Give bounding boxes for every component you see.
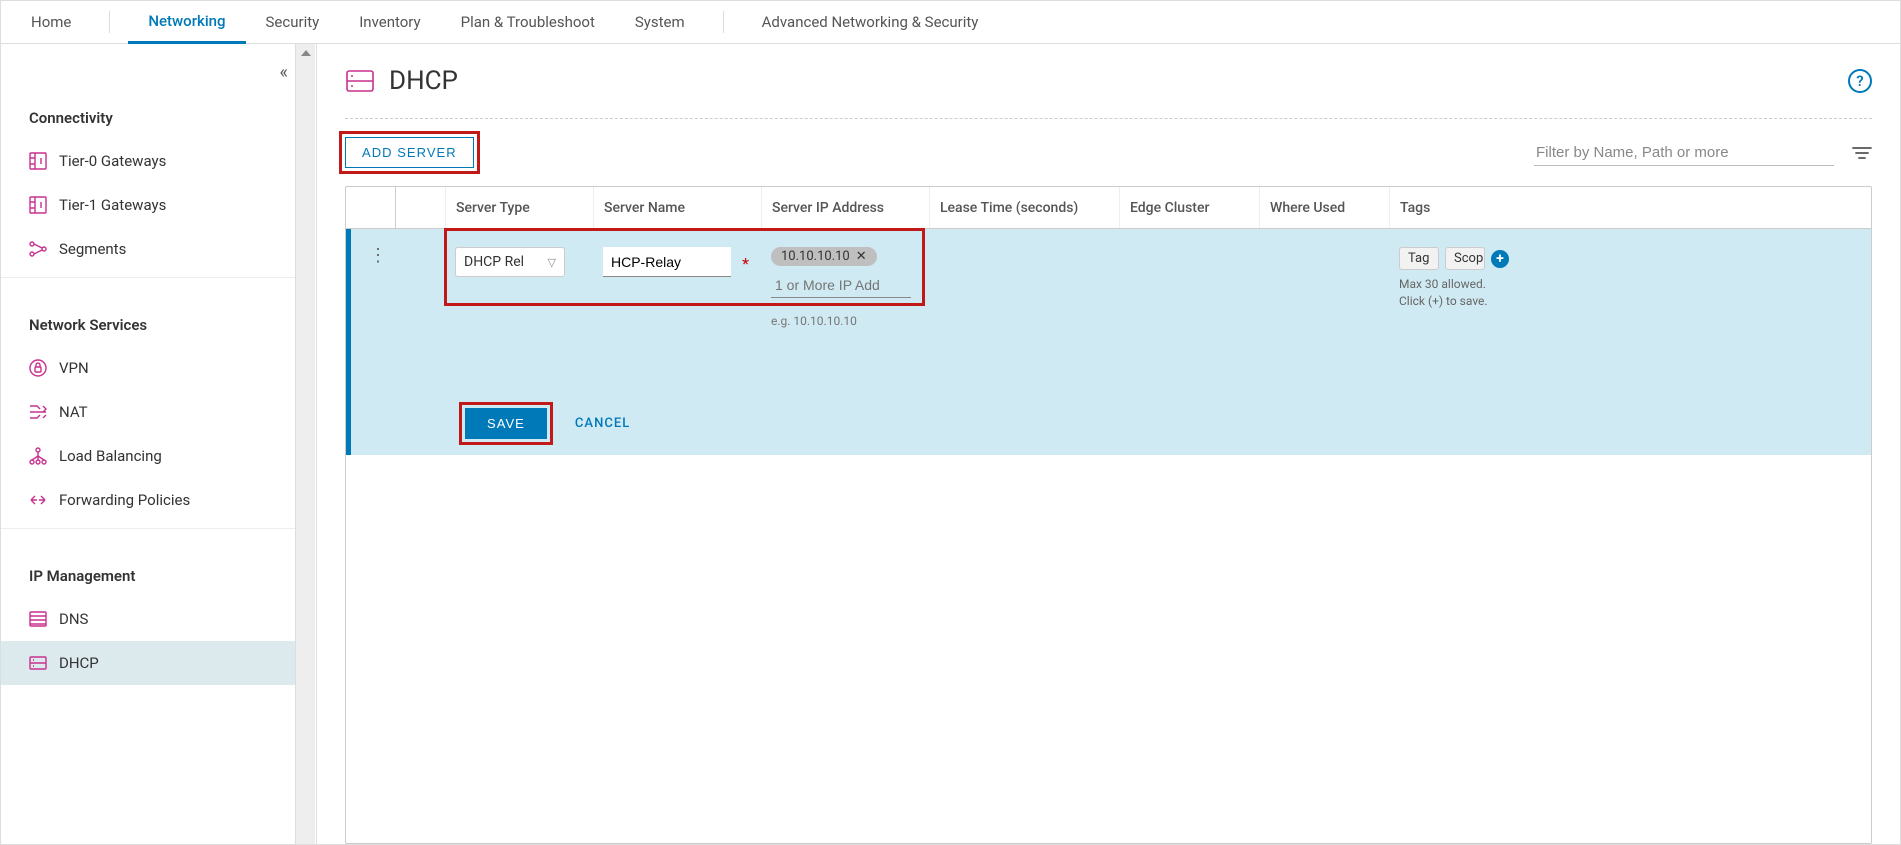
lock-icon [29,359,47,377]
tier-icon [29,152,47,170]
sidebar-group-connectivity: Connectivity [1,99,295,139]
col-server-type[interactable]: Server Type [446,187,594,228]
top-nav: Home Networking Security Inventory Plan … [1,1,1900,44]
ip-chip-value: 10.10.10.10 [781,249,850,264]
nav-advanced-networking[interactable]: Advanced Networking & Security [742,1,999,44]
page-title: DHCP [389,66,458,96]
save-button[interactable]: SAVE [465,408,547,439]
sidebar-item-label: Forwarding Policies [59,491,190,509]
server-table: Server Type Server Name Server IP Addres… [345,186,1872,844]
col-expander [346,187,396,228]
dhcp-icon [29,654,47,672]
forward-icon [29,491,47,509]
filter-input[interactable] [1534,140,1834,166]
sidebar-item-label: NAT [59,403,88,421]
add-server-button[interactable]: ADD SERVER [345,137,474,168]
add-tag-button[interactable]: + [1491,250,1509,268]
sidebar-item-label: VPN [59,359,89,377]
help-icon[interactable]: ? [1848,69,1872,93]
nat-icon [29,403,47,421]
loadbalance-icon [29,447,47,465]
ip-address-input[interactable] [771,272,911,298]
collapse-sidebar-icon[interactable]: « [280,62,288,83]
sidebar-item-segments[interactable]: Segments [1,227,295,271]
remove-chip-icon[interactable]: ✕ [856,249,867,264]
nav-home[interactable]: Home [11,1,91,44]
scope-input[interactable]: Scop [1445,247,1485,270]
sidebar-item-label: Load Balancing [59,447,162,465]
sidebar-item-label: Tier-1 Gateways [59,196,166,214]
dhcp-icon [345,67,375,95]
tag-hint: Max 30 allowed. Click (+) to save. [1399,276,1509,310]
sidebar-item-label: Segments [59,240,126,258]
nav-divider [723,11,724,33]
segments-icon [29,240,47,258]
chevron-down-icon: ▽ [548,256,556,269]
sidebar-scrollbar[interactable] [295,44,315,844]
col-tags[interactable]: Tags [1390,187,1871,228]
sidebar-group-network-services: Network Services [1,306,295,346]
col-lease-time[interactable]: Lease Time (seconds) [930,187,1120,228]
sidebar-item-loadbalancing[interactable]: Load Balancing [1,434,295,478]
ip-hint: e.g. 10.10.10.10 [771,314,939,328]
dns-icon [29,610,47,628]
col-edge-cluster[interactable]: Edge Cluster [1120,187,1260,228]
cancel-button[interactable]: CANCEL [575,416,630,431]
filter-icon[interactable] [1852,146,1872,160]
server-type-value: DHCP Rel [464,254,524,270]
sidebar-item-tier0[interactable]: Tier-0 Gateways [1,139,295,183]
nav-networking[interactable]: Networking [128,1,245,44]
col-server-name[interactable]: Server Name [594,187,762,228]
nav-plan-troubleshoot[interactable]: Plan & Troubleshoot [441,1,615,44]
tier-icon [29,196,47,214]
sidebar-item-label: Tier-0 Gateways [59,152,166,170]
nav-divider [109,11,110,33]
sidebar-item-label: DNS [59,610,88,628]
nav-system[interactable]: System [615,1,705,44]
tag-input[interactable]: Tag [1399,247,1439,270]
col-where-used[interactable]: Where Used [1260,187,1390,228]
sidebar-item-label: DHCP [59,654,99,672]
required-indicator: * [742,254,749,273]
sidebar-group-ip-management: IP Management [1,557,295,597]
sidebar-item-forwarding[interactable]: Forwarding Policies [1,478,295,522]
sidebar-item-dhcp[interactable]: DHCP [1,641,295,685]
sidebar-item-vpn[interactable]: VPN [1,346,295,390]
sidebar-item-nat[interactable]: NAT [1,390,295,434]
server-type-select[interactable]: DHCP Rel ▽ [455,247,565,277]
server-name-input[interactable] [603,247,731,277]
sidebar-item-tier1[interactable]: Tier-1 Gateways [1,183,295,227]
nav-inventory[interactable]: Inventory [339,1,440,44]
col-menu [396,187,446,228]
nav-security[interactable]: Security [246,1,340,44]
row-menu-icon[interactable]: ⋮ [365,247,410,265]
ip-chip[interactable]: 10.10.10.10 ✕ [771,247,877,266]
sidebar-item-dns[interactable]: DNS [1,597,295,641]
edit-row: ⋮ DHCP Rel ▽ * [346,229,1871,455]
col-server-ip[interactable]: Server IP Address [762,187,930,228]
sidebar: « Connectivity Tier-0 Gateways Tier-1 Ga… [1,44,295,844]
